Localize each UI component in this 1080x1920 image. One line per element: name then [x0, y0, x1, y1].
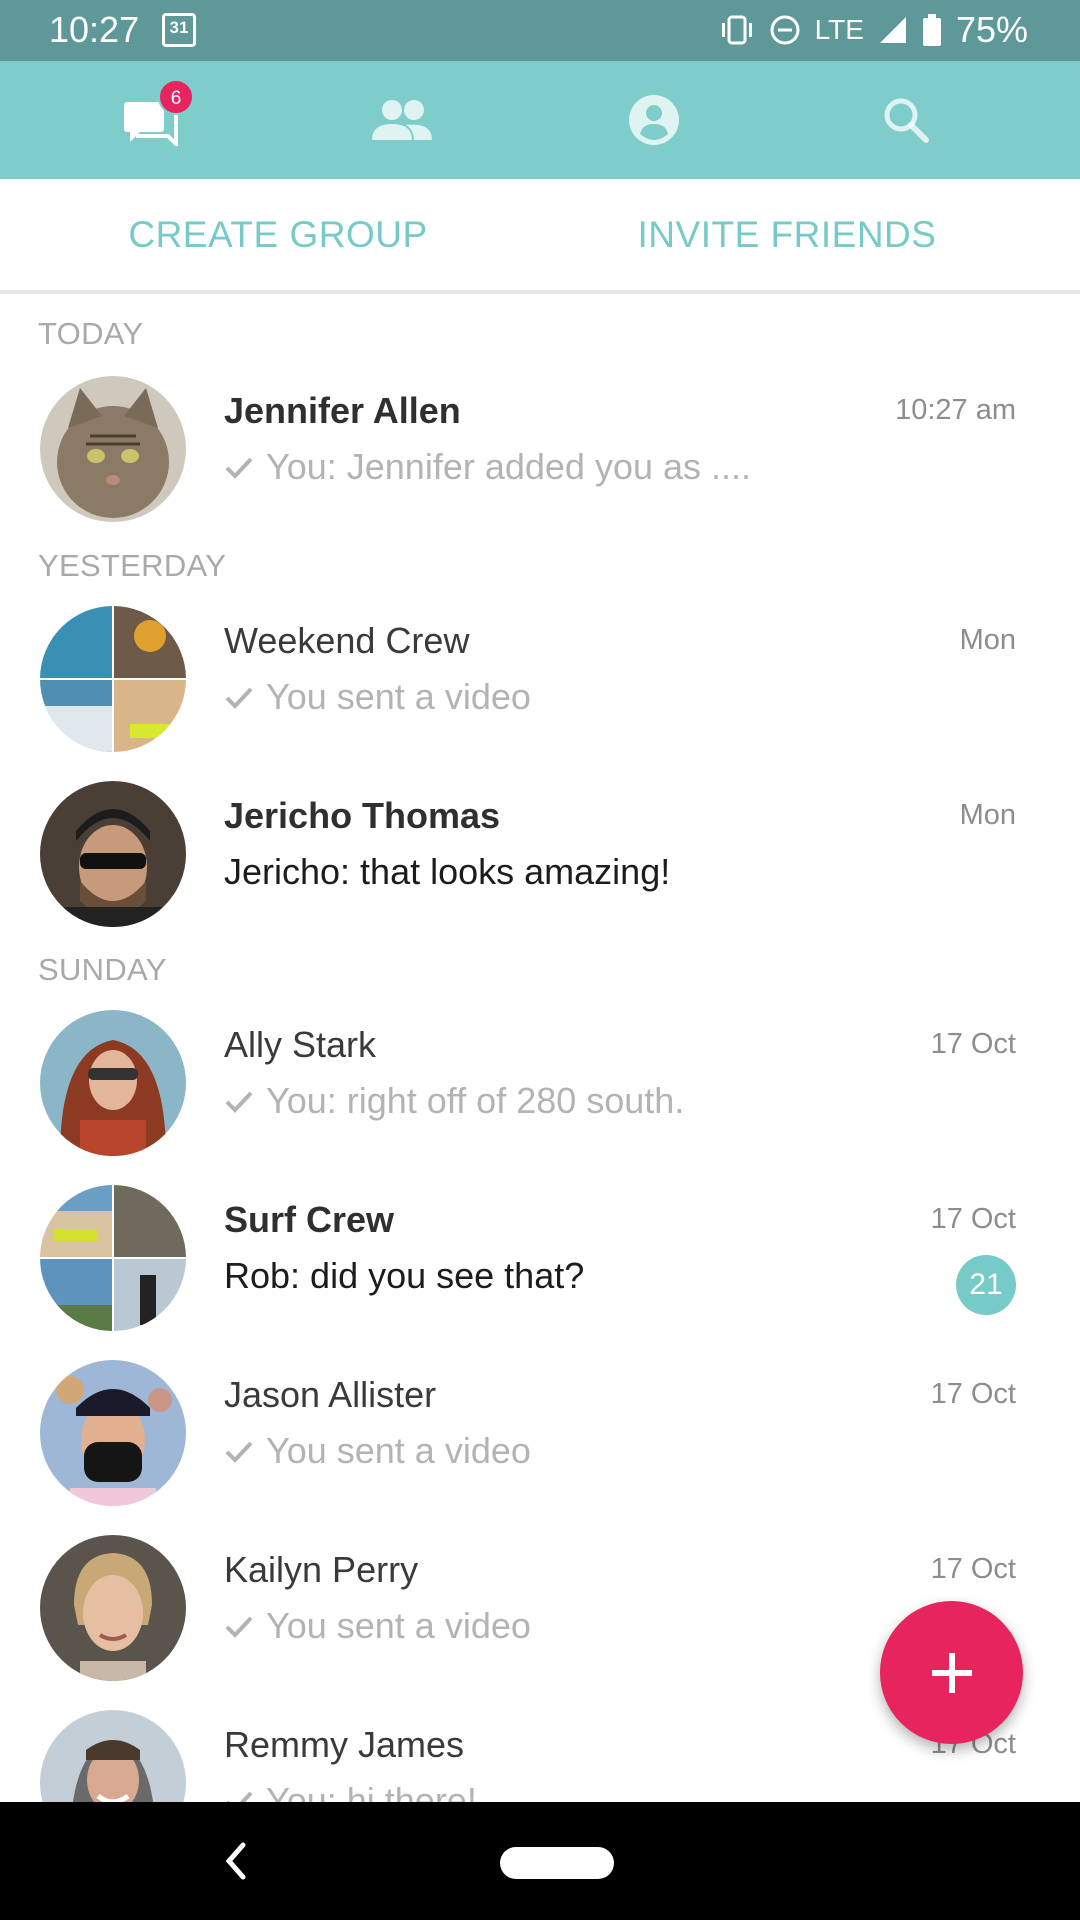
search-icon: [884, 98, 929, 143]
chat-name: Jason Allister: [224, 1374, 437, 1415]
chat-time: 17 Oct: [930, 1378, 1016, 1410]
battery-icon: [922, 14, 942, 46]
avatar: [40, 606, 186, 752]
chat-preview: Rob: did you see that?: [224, 1255, 584, 1297]
chats-badge: 6: [158, 79, 194, 115]
check-icon: [225, 687, 253, 709]
signal-icon: [878, 15, 908, 45]
top-nav: 6: [0, 61, 1080, 179]
chat-time: 10:27 am: [895, 394, 1016, 426]
tab-search[interactable]: [846, 61, 966, 179]
chat-item[interactable]: Surf Crew Rob: did you see that? 17 Oct …: [0, 1169, 1080, 1339]
check-icon: [225, 1091, 253, 1113]
avatar: [40, 781, 186, 927]
tab-chats[interactable]: 6: [90, 61, 210, 179]
chat-item[interactable]: Jason Allister You sent a video 17 Oct: [0, 1344, 1080, 1514]
chat-time: 17 Oct: [930, 1028, 1016, 1060]
system-nav-bar: [0, 1802, 1080, 1920]
chat-name: Surf Crew: [224, 1199, 395, 1240]
contacts-icon: [372, 100, 432, 140]
avatar: [40, 1535, 186, 1681]
create-group-button[interactable]: CREATE GROUP: [0, 179, 556, 290]
chat-preview-text: You: Jennifer added you as ....: [266, 446, 752, 487]
unread-count-badge: 21: [956, 1255, 1016, 1315]
chat-preview-text: You: right off of 280 south.: [266, 1080, 685, 1121]
back-button[interactable]: [210, 1836, 260, 1886]
chat-preview: You sent a video: [224, 1430, 531, 1472]
status-indicators: LTE 75%: [719, 9, 1028, 50]
do-not-disturb-icon: [769, 14, 801, 46]
network-label: LTE: [814, 14, 864, 45]
chat-preview: You: Jennifer added you as ....: [224, 446, 751, 488]
chat-name: Kailyn Perry: [224, 1549, 419, 1590]
chat-time: 17 Oct: [930, 1203, 1016, 1235]
chat-preview: You sent a video: [224, 1605, 531, 1647]
check-icon: [225, 1616, 253, 1638]
chat-time: Mon: [959, 799, 1016, 831]
chat-preview-text: You sent a video: [266, 676, 531, 717]
chat-name: Weekend Crew: [224, 620, 470, 661]
section-header-yesterday: YESTERDAY: [38, 548, 227, 583]
profile-icon: [629, 95, 679, 145]
chat-preview-text: You sent a video: [266, 1430, 531, 1471]
section-header-sunday: SUNDAY: [38, 952, 167, 987]
avatar: [40, 376, 186, 522]
back-icon: [225, 1842, 246, 1880]
chat-preview-text: Jericho: that looks amazing!: [224, 851, 671, 892]
chat-name: Jericho Thomas: [224, 795, 501, 836]
vibrate-icon: [719, 15, 755, 45]
chat-name: Jennifer Allen: [224, 390, 461, 431]
tab-profile[interactable]: [594, 61, 714, 179]
check-icon: [225, 457, 253, 479]
chat-preview-text: You sent a video: [266, 1605, 531, 1646]
battery-percent: 75%: [955, 9, 1028, 50]
new-chat-button[interactable]: [880, 1601, 1023, 1744]
chat-preview: You: right off of 280 south.: [224, 1080, 684, 1122]
invite-friends-button[interactable]: INVITE FRIENDS: [550, 179, 1024, 290]
chat-preview-text: Rob: did you see that?: [224, 1255, 585, 1296]
chat-item[interactable]: Ally Stark You: right off of 280 south. …: [0, 994, 1080, 1164]
avatar: [40, 1360, 186, 1506]
plus-icon: [931, 1652, 972, 1693]
chat-name: Remmy James: [224, 1724, 465, 1765]
screen: 10:27 31 LTE 75% 6 CREATE GROUP INVITE F…: [0, 0, 1080, 1920]
home-button[interactable]: [500, 1847, 614, 1879]
chat-time: Mon: [959, 624, 1016, 656]
avatar: [40, 1010, 186, 1156]
chat-name: Ally Stark: [224, 1024, 377, 1065]
avatar: [40, 1185, 186, 1331]
chat-time: 17 Oct: [930, 1553, 1016, 1585]
action-row: CREATE GROUP INVITE FRIENDS: [0, 179, 1080, 294]
calendar-icon: 31: [162, 13, 196, 47]
section-header-today: TODAY: [38, 316, 144, 351]
status-bar: 10:27 31 LTE 75%: [0, 0, 1080, 61]
check-icon: [225, 1441, 253, 1463]
chat-preview: You sent a video: [224, 676, 531, 718]
chat-item[interactable]: Jennifer Allen You: Jennifer added you a…: [0, 360, 1080, 530]
tab-contacts[interactable]: [342, 61, 462, 179]
chat-item[interactable]: Weekend Crew You sent a video Mon: [0, 590, 1080, 760]
chat-preview: Jericho: that looks amazing!: [224, 851, 670, 893]
status-time: 10:27: [49, 9, 140, 50]
chat-item[interactable]: Jericho Thomas Jericho: that looks amazi…: [0, 765, 1080, 935]
